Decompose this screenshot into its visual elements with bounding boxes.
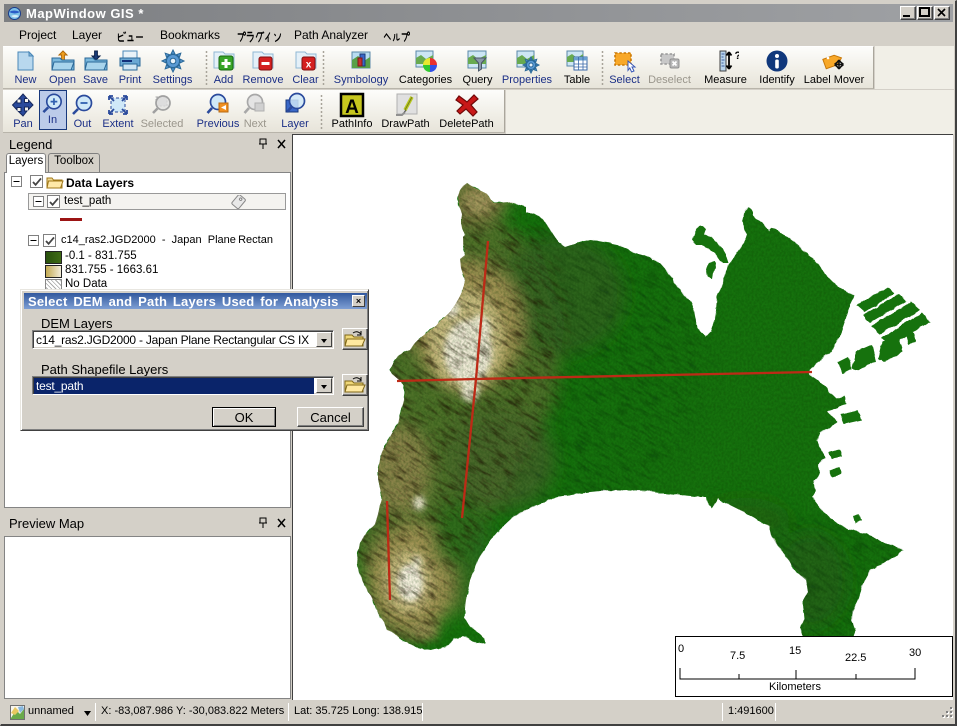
svg-text:A: A (345, 97, 359, 118)
svg-text:x: x (305, 60, 311, 71)
